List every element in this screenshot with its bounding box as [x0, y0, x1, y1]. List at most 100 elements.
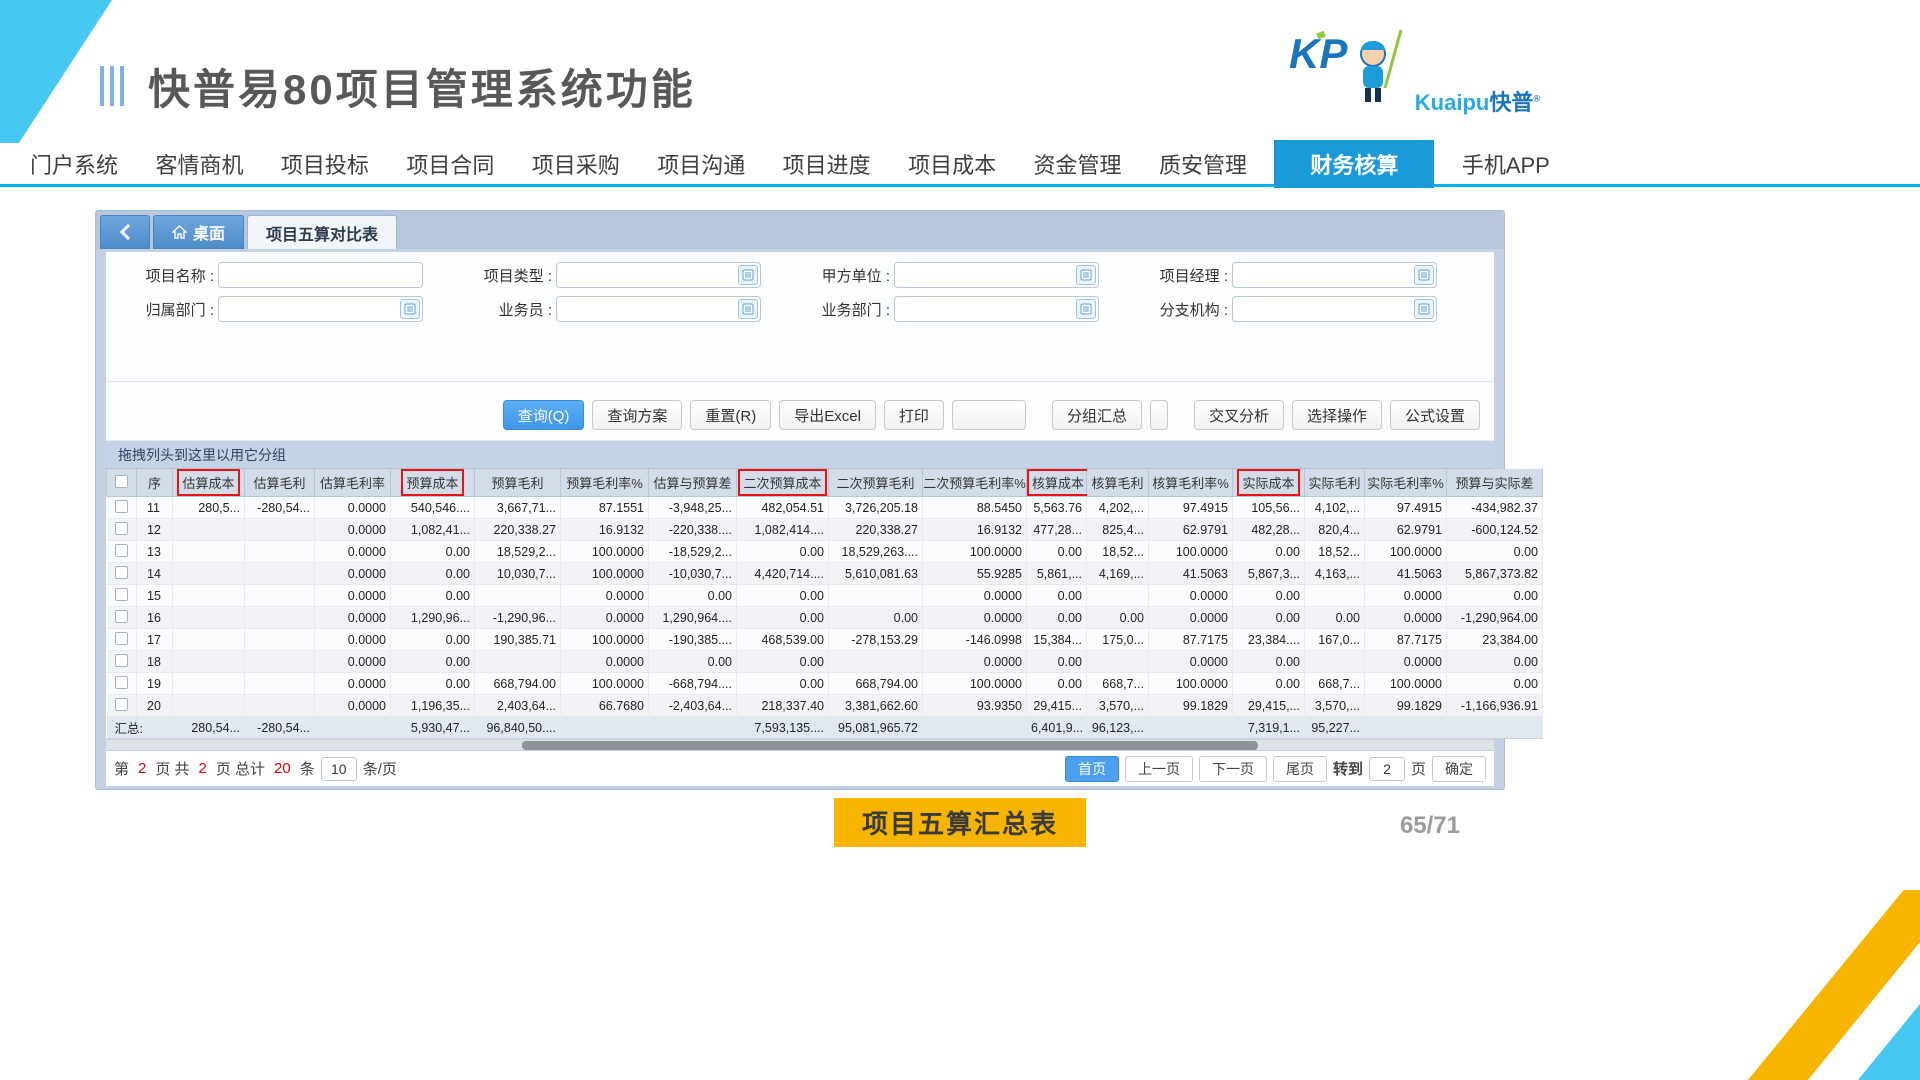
row-checkbox[interactable] — [115, 544, 128, 557]
last-page-button[interactable]: 尾页 — [1273, 756, 1327, 782]
toolbar-button[interactable]: 查询方案 — [592, 400, 682, 430]
nav-item-active[interactable]: 财务核算 — [1274, 140, 1434, 188]
table-row[interactable]: 15 0.00000.000.00000.000.000.00000.000.0… — [107, 585, 1543, 607]
goto-page-input[interactable] — [1369, 757, 1405, 781]
column-header[interactable]: 二次预算毛利 — [829, 469, 923, 497]
table-row[interactable]: 11 280,5...-280,54...0.0000540,546....3,… — [107, 497, 1543, 519]
filter-input[interactable] — [1232, 296, 1437, 322]
row-checkbox[interactable] — [115, 698, 128, 711]
column-header[interactable]: 核算毛利率% — [1149, 469, 1233, 497]
list-lookup-icon[interactable] — [1076, 265, 1096, 285]
row-checkbox[interactable] — [115, 610, 128, 623]
filter-input[interactable] — [1232, 262, 1437, 288]
list-lookup-icon[interactable] — [738, 299, 758, 319]
first-page-button[interactable]: 首页 — [1065, 756, 1119, 782]
filter-input[interactable] — [218, 262, 423, 288]
column-header-highlighted[interactable]: 实际成本 — [1233, 469, 1305, 497]
column-header[interactable]: 实际毛利率% — [1365, 469, 1447, 497]
nav-item[interactable]: 项目成本 — [898, 142, 1006, 186]
table-row[interactable]: 18 0.00000.000.00000.000.000.00000.000.0… — [107, 651, 1543, 673]
tab-five-calc-compare[interactable]: 项目五算对比表 — [247, 215, 397, 249]
toolbar-button[interactable]: 选择操作 — [1292, 400, 1382, 430]
toolbar-blank-button[interactable] — [1150, 400, 1168, 430]
row-checkbox[interactable] — [115, 588, 128, 601]
row-checkbox[interactable] — [115, 676, 128, 689]
nav-item[interactable]: 项目沟通 — [647, 142, 755, 186]
toolbar-button[interactable]: 查询(Q) — [503, 400, 585, 430]
table-cell: 0.00 — [737, 585, 829, 607]
list-lookup-icon[interactable] — [1414, 299, 1434, 319]
column-header[interactable]: 预算毛利 — [475, 469, 561, 497]
toolbar-button[interactable]: 导出Excel — [779, 400, 876, 430]
column-header-highlighted[interactable]: 预算成本 — [391, 469, 475, 497]
pager-total-pages: 2 — [199, 760, 207, 777]
table-row[interactable]: 13 0.00000.0018,529,2...100.0000-18,529,… — [107, 541, 1543, 563]
filter-input[interactable] — [556, 296, 761, 322]
column-header-highlighted[interactable]: 核算成本 — [1027, 469, 1087, 497]
list-lookup-icon[interactable] — [1076, 299, 1096, 319]
list-lookup-icon[interactable] — [738, 265, 758, 285]
horizontal-scrollbar[interactable] — [106, 739, 1494, 750]
nav-item[interactable]: 项目采购 — [522, 142, 630, 186]
table-row[interactable]: 17 0.00000.00190,385.71100.0000-190,385.… — [107, 629, 1543, 651]
filter-input[interactable] — [218, 296, 423, 322]
column-header[interactable]: 二次预算毛利率% — [923, 469, 1027, 497]
column-header-highlighted[interactable]: 二次预算成本 — [737, 469, 829, 497]
toolbar-button[interactable]: 公式设置 — [1390, 400, 1480, 430]
filter-input[interactable] — [894, 262, 1099, 288]
column-header-highlighted[interactable]: 估算成本 — [173, 469, 245, 497]
toolbar-button[interactable]: 分组汇总 — [1052, 400, 1142, 430]
filter-input[interactable] — [894, 296, 1099, 322]
table-cell: 540,546.... — [391, 497, 475, 519]
page-size-input[interactable] — [321, 757, 357, 781]
column-header[interactable]: 估算毛利 — [245, 469, 315, 497]
nav-item[interactable]: 项目投标 — [271, 142, 379, 186]
column-header[interactable]: 估算毛利率 — [315, 469, 391, 497]
row-checkbox[interactable] — [115, 522, 128, 535]
nav-item[interactable]: 项目合同 — [396, 142, 504, 186]
nav-item[interactable]: 质安管理 — [1149, 142, 1257, 186]
table-cell: 0.00 — [1305, 607, 1365, 629]
table-row[interactable]: 16 0.00001,290,96...-1,290,96...0.00001,… — [107, 607, 1543, 629]
nav-item[interactable]: 资金管理 — [1024, 142, 1132, 186]
select-all-checkbox[interactable] — [115, 475, 128, 488]
row-checkbox[interactable] — [115, 500, 128, 513]
nav-item[interactable]: 客情商机 — [145, 142, 253, 186]
back-button[interactable] — [100, 215, 150, 249]
row-checkbox[interactable] — [115, 654, 128, 667]
list-lookup-icon[interactable] — [400, 299, 420, 319]
toolbar-button[interactable]: 交叉分析 — [1194, 400, 1284, 430]
group-hint-bar[interactable]: 拖拽列头到这里以用它分组 — [106, 441, 1494, 469]
column-header[interactable]: 核算毛利 — [1087, 469, 1149, 497]
prev-page-button[interactable]: 上一页 — [1125, 756, 1193, 782]
nav-item[interactable]: 项目进度 — [773, 142, 881, 186]
column-header[interactable]: 预算与实际差 — [1447, 469, 1543, 497]
table-row[interactable]: 12 0.00001,082,41...220,338.2716.9132-22… — [107, 519, 1543, 541]
table-row[interactable]: 19 0.00000.00668,794.00100.0000-668,794.… — [107, 673, 1543, 695]
nav-item[interactable]: 手机APP — [1452, 142, 1560, 186]
next-page-button[interactable]: 下一页 — [1199, 756, 1267, 782]
table-cell: 1,082,414.... — [737, 519, 829, 541]
nav-item[interactable]: 门户系统 — [20, 142, 128, 186]
column-header[interactable]: 估算与预算差 — [649, 469, 737, 497]
toolbar-blank-button[interactable] — [952, 400, 1026, 430]
select-all-checkbox-header[interactable] — [107, 469, 137, 497]
tab-desktop[interactable]: 桌面 — [153, 215, 244, 249]
table-row[interactable]: 14 0.00000.0010,030,7...100.0000-10,030,… — [107, 563, 1543, 585]
confirm-button[interactable]: 确定 — [1432, 756, 1486, 782]
table-cell: 0.0000 — [561, 651, 649, 673]
column-header[interactable]: 序 — [137, 469, 173, 497]
table-cell: 0.0000 — [561, 585, 649, 607]
table-cell: 55.9285 — [923, 563, 1027, 585]
scrollbar-thumb[interactable] — [522, 741, 1258, 750]
kuaipu-logo: KP Kuaipu快普® — [1289, 28, 1540, 114]
toolbar-button[interactable]: 重置(R) — [690, 400, 771, 430]
row-checkbox[interactable] — [115, 632, 128, 645]
column-header[interactable]: 实际毛利 — [1305, 469, 1365, 497]
toolbar-button[interactable]: 打印 — [884, 400, 944, 430]
row-checkbox[interactable] — [115, 566, 128, 579]
column-header[interactable]: 预算毛利率% — [561, 469, 649, 497]
list-lookup-icon[interactable] — [1414, 265, 1434, 285]
filter-input[interactable] — [556, 262, 761, 288]
table-row[interactable]: 20 0.00001,196,35...2,403,64...66.7680-2… — [107, 695, 1543, 717]
